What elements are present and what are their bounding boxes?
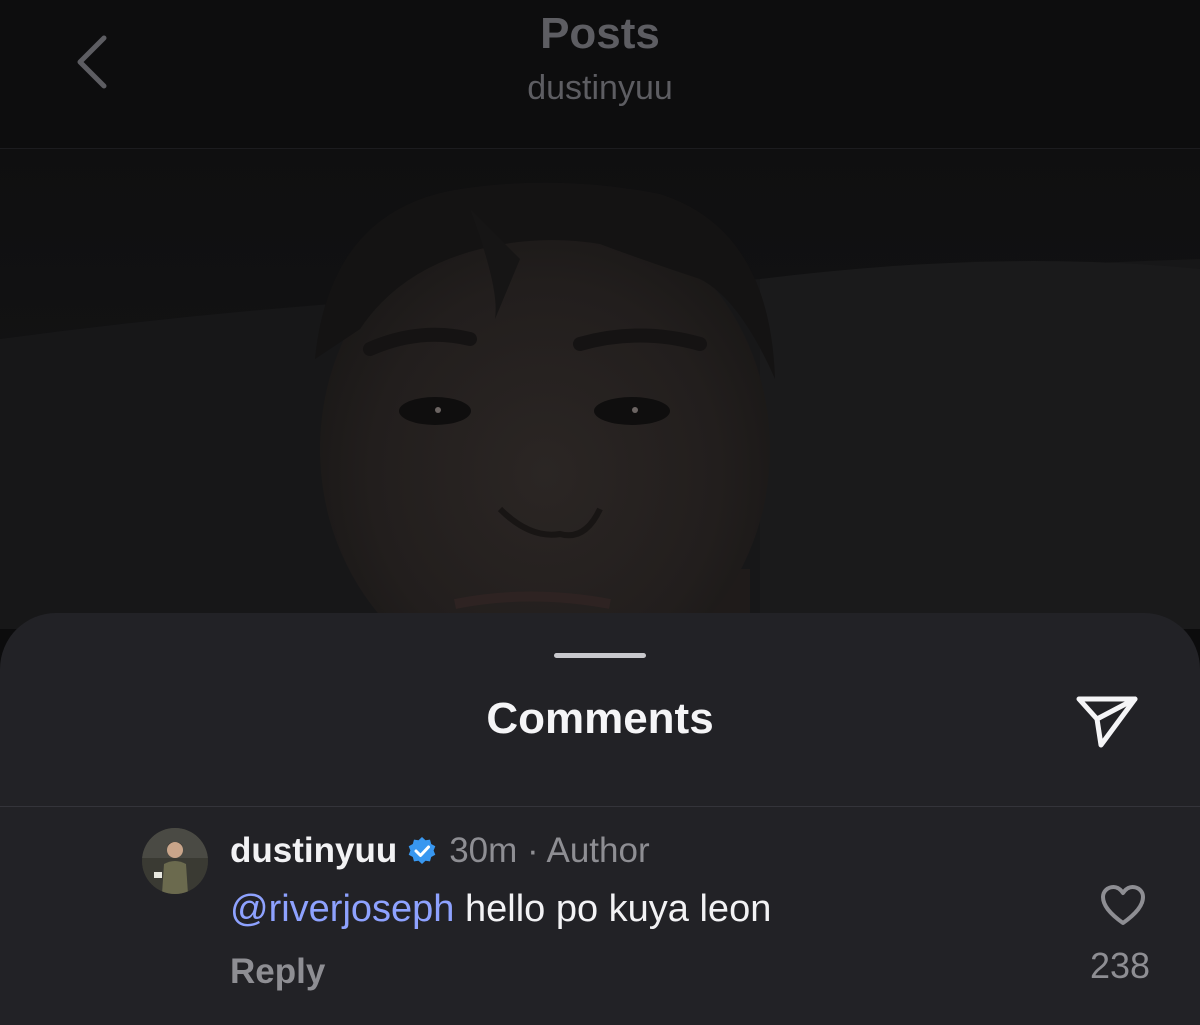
like-button[interactable] xyxy=(1096,881,1150,929)
paper-plane-icon xyxy=(1076,696,1138,748)
like-count: 238 xyxy=(1089,945,1151,986)
comment-message: hello po kuya leon xyxy=(454,888,772,930)
selfie-photo xyxy=(0,149,1200,629)
avatar-image xyxy=(142,828,208,894)
comments-sheet: Comments dustinyuu 30m · Author @riverjo… xyxy=(0,613,1200,1025)
post-photo[interactable] xyxy=(0,149,1200,629)
avatar[interactable] xyxy=(142,828,208,894)
heart-icon xyxy=(1101,885,1145,925)
comments-title: Comments xyxy=(486,694,714,743)
comment-username[interactable]: dustinyuu xyxy=(230,831,397,871)
top-navigation-bar: Posts dustinyuu xyxy=(0,0,1200,149)
share-button[interactable] xyxy=(1070,685,1144,757)
comment-meta: 30m · Author xyxy=(449,831,650,870)
reply-button[interactable]: Reply xyxy=(230,949,325,995)
page-subtitle-username: dustinyuu xyxy=(527,69,673,107)
post-comments-screen: Posts dustinyuu Comments dustinyuu 30m ·… xyxy=(0,0,1200,1025)
comment-header: dustinyuu 30m · Author xyxy=(230,829,650,873)
mention-link[interactable]: @riverjoseph xyxy=(230,888,454,930)
comment-text: @riverjoseph hello po kuya leon xyxy=(230,885,771,933)
page-title: Posts xyxy=(540,9,660,58)
verified-badge-icon xyxy=(408,837,436,864)
sheet-grabber-handle[interactable] xyxy=(554,653,646,658)
divider xyxy=(0,806,1200,807)
